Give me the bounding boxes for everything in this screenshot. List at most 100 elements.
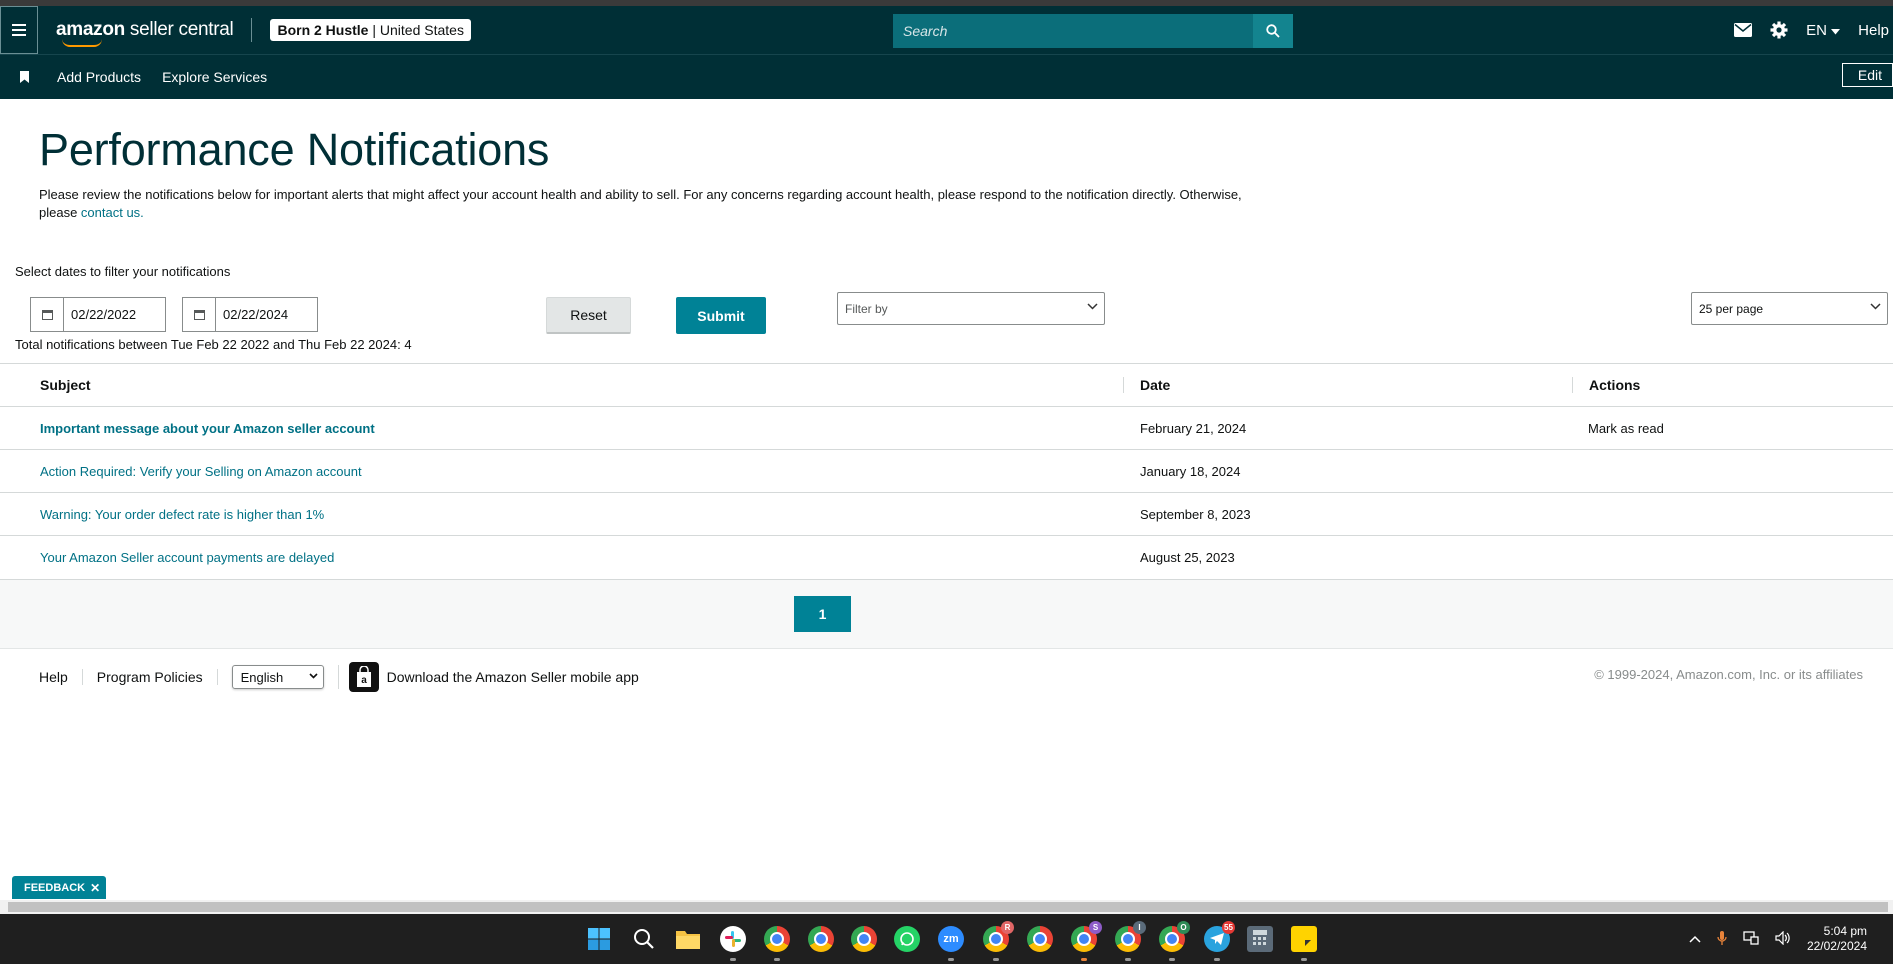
notifications-table: Subject Date Actions Important message a… xyxy=(0,363,1893,579)
gear-icon[interactable] xyxy=(1770,21,1788,39)
chrome-icon[interactable]: I xyxy=(1115,921,1146,961)
volume-icon[interactable] xyxy=(1775,930,1791,948)
taskbar-search-icon[interactable] xyxy=(631,926,657,952)
file-explorer-icon[interactable] xyxy=(675,926,701,952)
search-input[interactable] xyxy=(893,14,1253,48)
chevron-down-icon xyxy=(309,673,318,679)
chrome-icon[interactable]: S xyxy=(1071,921,1102,961)
amazon-seller-central-logo[interactable]: amazon seller central xyxy=(56,19,234,47)
notification-subject-link[interactable]: Action Required: Verify your Selling on … xyxy=(0,464,1123,479)
running-indicator xyxy=(1214,958,1220,961)
profile-badge: S xyxy=(1089,921,1102,934)
top-navigation-bar: amazon seller central Born 2 Hustle | Un… xyxy=(0,6,1893,54)
per-page-label: 25 per page xyxy=(1699,301,1764,316)
chrome-icon[interactable] xyxy=(808,926,834,952)
chrome-icon[interactable] xyxy=(851,926,877,952)
clock-date: 22/02/2024 xyxy=(1806,939,1867,953)
windows-start-icon[interactable] xyxy=(586,926,612,952)
chrome-icon[interactable]: R xyxy=(983,921,1014,961)
help-link[interactable]: Help xyxy=(1858,22,1889,39)
chevron-down-icon xyxy=(1831,28,1841,34)
download-app-link[interactable]: Download the Amazon Seller mobile app xyxy=(387,669,639,685)
network-icon[interactable] xyxy=(1743,930,1759,948)
zoom-icon[interactable]: zm xyxy=(938,926,964,961)
chrome-icon[interactable]: O xyxy=(1159,921,1190,961)
microphone-icon[interactable] xyxy=(1717,930,1727,949)
footer-help-link[interactable]: Help xyxy=(39,669,83,685)
table-row: Warning: Your order defect rate is highe… xyxy=(0,493,1893,536)
edit-button[interactable]: Edit xyxy=(1841,63,1893,87)
profile-badge: I xyxy=(1133,921,1146,934)
chevron-down-icon xyxy=(1087,303,1098,310)
header-date[interactable]: Date xyxy=(1123,377,1572,393)
header-subject[interactable]: Subject xyxy=(0,377,1123,393)
table-header: Subject Date Actions xyxy=(0,364,1893,407)
sticky-notes-icon[interactable] xyxy=(1291,926,1317,961)
footer: Help Program Policies English a Download… xyxy=(0,649,1893,705)
feedback-tab[interactable]: FEEDBACK ✕ xyxy=(12,876,107,899)
amazon-smile-icon xyxy=(62,39,102,47)
main-content: Performance Notifications Please review … xyxy=(0,124,1893,222)
submit-button[interactable]: Submit xyxy=(676,297,766,334)
close-icon[interactable]: ✕ xyxy=(90,881,100,895)
chevron-up-icon[interactable] xyxy=(1689,932,1701,946)
secondary-navigation-bar: Add Products Explore Services Edit xyxy=(0,54,1893,99)
mail-icon[interactable] xyxy=(1734,23,1753,37)
page-1-button[interactable]: 1 xyxy=(794,596,851,632)
notification-subject-link[interactable]: Warning: Your order defect rate is highe… xyxy=(0,507,1123,522)
telegram-icon[interactable]: 55 xyxy=(1204,921,1235,961)
notification-date: August 25, 2023 xyxy=(1140,550,1235,565)
clock-time: 5:04 pm xyxy=(1823,924,1867,938)
footer-program-policies-link[interactable]: Program Policies xyxy=(97,669,218,685)
system-tray: 5:04 pm 22/02/2024 xyxy=(1673,914,1893,964)
nav-explore-services[interactable]: Explore Services xyxy=(162,69,267,85)
pagination: 1 xyxy=(0,579,1893,649)
account-switcher[interactable]: Born 2 Hustle | United States xyxy=(270,19,471,41)
bookmark-icon[interactable] xyxy=(10,71,40,83)
copyright-text: © 1999-2024, Amazon.com, Inc. or its aff… xyxy=(1594,667,1863,682)
page-description: Please review the notifications below fo… xyxy=(39,187,1242,220)
end-date-value: 02/22/2024 xyxy=(223,307,289,322)
svg-text:a: a xyxy=(361,675,367,686)
filter-area: Select dates to filter your notification… xyxy=(0,222,1893,352)
hamburger-menu-icon[interactable] xyxy=(0,6,38,54)
calculator-icon[interactable] xyxy=(1247,926,1273,952)
chrome-icon[interactable] xyxy=(1027,926,1053,952)
footer-language-select[interactable]: English xyxy=(231,665,324,689)
nav-add-products[interactable]: Add Products xyxy=(57,69,141,85)
contact-us-link[interactable]: contact us. xyxy=(81,205,144,220)
start-date-picker[interactable]: 02/22/2022 xyxy=(30,297,166,332)
calendar-icon xyxy=(31,298,64,331)
clock[interactable]: 5:04 pm 22/02/2024 xyxy=(1807,924,1867,954)
notification-subject-link[interactable]: Important message about your Amazon sell… xyxy=(0,421,1123,436)
start-date-value: 02/22/2022 xyxy=(71,307,137,322)
chrome-icon[interactable] xyxy=(764,926,790,961)
notification-subject-link[interactable]: Your Amazon Seller account payments are … xyxy=(0,550,1123,565)
filter-by-dropdown[interactable]: Filter by xyxy=(837,292,1105,325)
whatsapp-icon[interactable] xyxy=(894,926,920,952)
slack-icon[interactable] xyxy=(720,926,746,961)
horizontal-scrollbar[interactable] xyxy=(0,900,1893,914)
unread-badge: 55 xyxy=(1222,921,1235,934)
scrollbar-thumb[interactable] xyxy=(8,902,1888,912)
mark-as-read-link[interactable]: Mark as read xyxy=(1572,421,1664,436)
top-right-tools: EN Help xyxy=(1734,6,1893,54)
running-indicator xyxy=(774,958,780,961)
end-date-picker[interactable]: 02/22/2024 xyxy=(182,297,318,332)
feedback-label: FEEDBACK xyxy=(24,881,86,894)
divider xyxy=(251,18,253,42)
running-indicator xyxy=(993,958,999,961)
search-icon xyxy=(1266,24,1280,38)
reset-button[interactable]: Reset xyxy=(546,297,631,334)
filter-label: Select dates to filter your notification… xyxy=(15,264,231,279)
search-button[interactable] xyxy=(1253,14,1293,48)
footer-language-value: English xyxy=(240,669,284,685)
page-title: Performance Notifications xyxy=(39,124,550,175)
profile-badge: O xyxy=(1177,921,1190,934)
language-selector[interactable]: EN xyxy=(1806,22,1841,39)
chevron-down-icon xyxy=(1870,303,1881,310)
table-row: Your Amazon Seller account payments are … xyxy=(0,536,1893,579)
windows-taskbar: zm R S I O 55 5:04 pm 22/02/2024 xyxy=(0,914,1893,964)
per-page-dropdown[interactable]: 25 per page xyxy=(1691,292,1888,325)
amazon-app-icon[interactable]: a xyxy=(348,662,379,692)
